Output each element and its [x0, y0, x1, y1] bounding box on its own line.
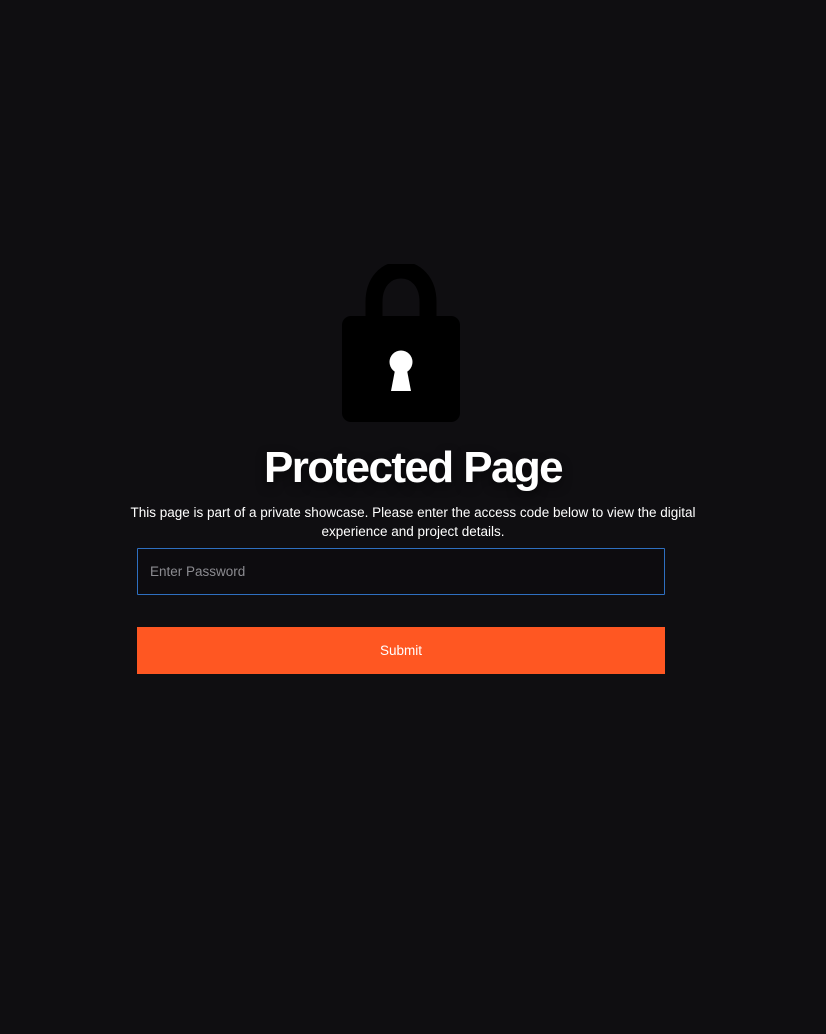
page-description: This page is part of a private showcase.…: [130, 505, 696, 539]
protected-page: Protected Page This page is part of a pr…: [0, 0, 826, 1034]
page-title: Protected Page: [264, 443, 564, 492]
submit-button[interactable]: Submit: [137, 627, 665, 674]
lock-icon: [342, 264, 460, 424]
password-input[interactable]: [137, 548, 665, 595]
